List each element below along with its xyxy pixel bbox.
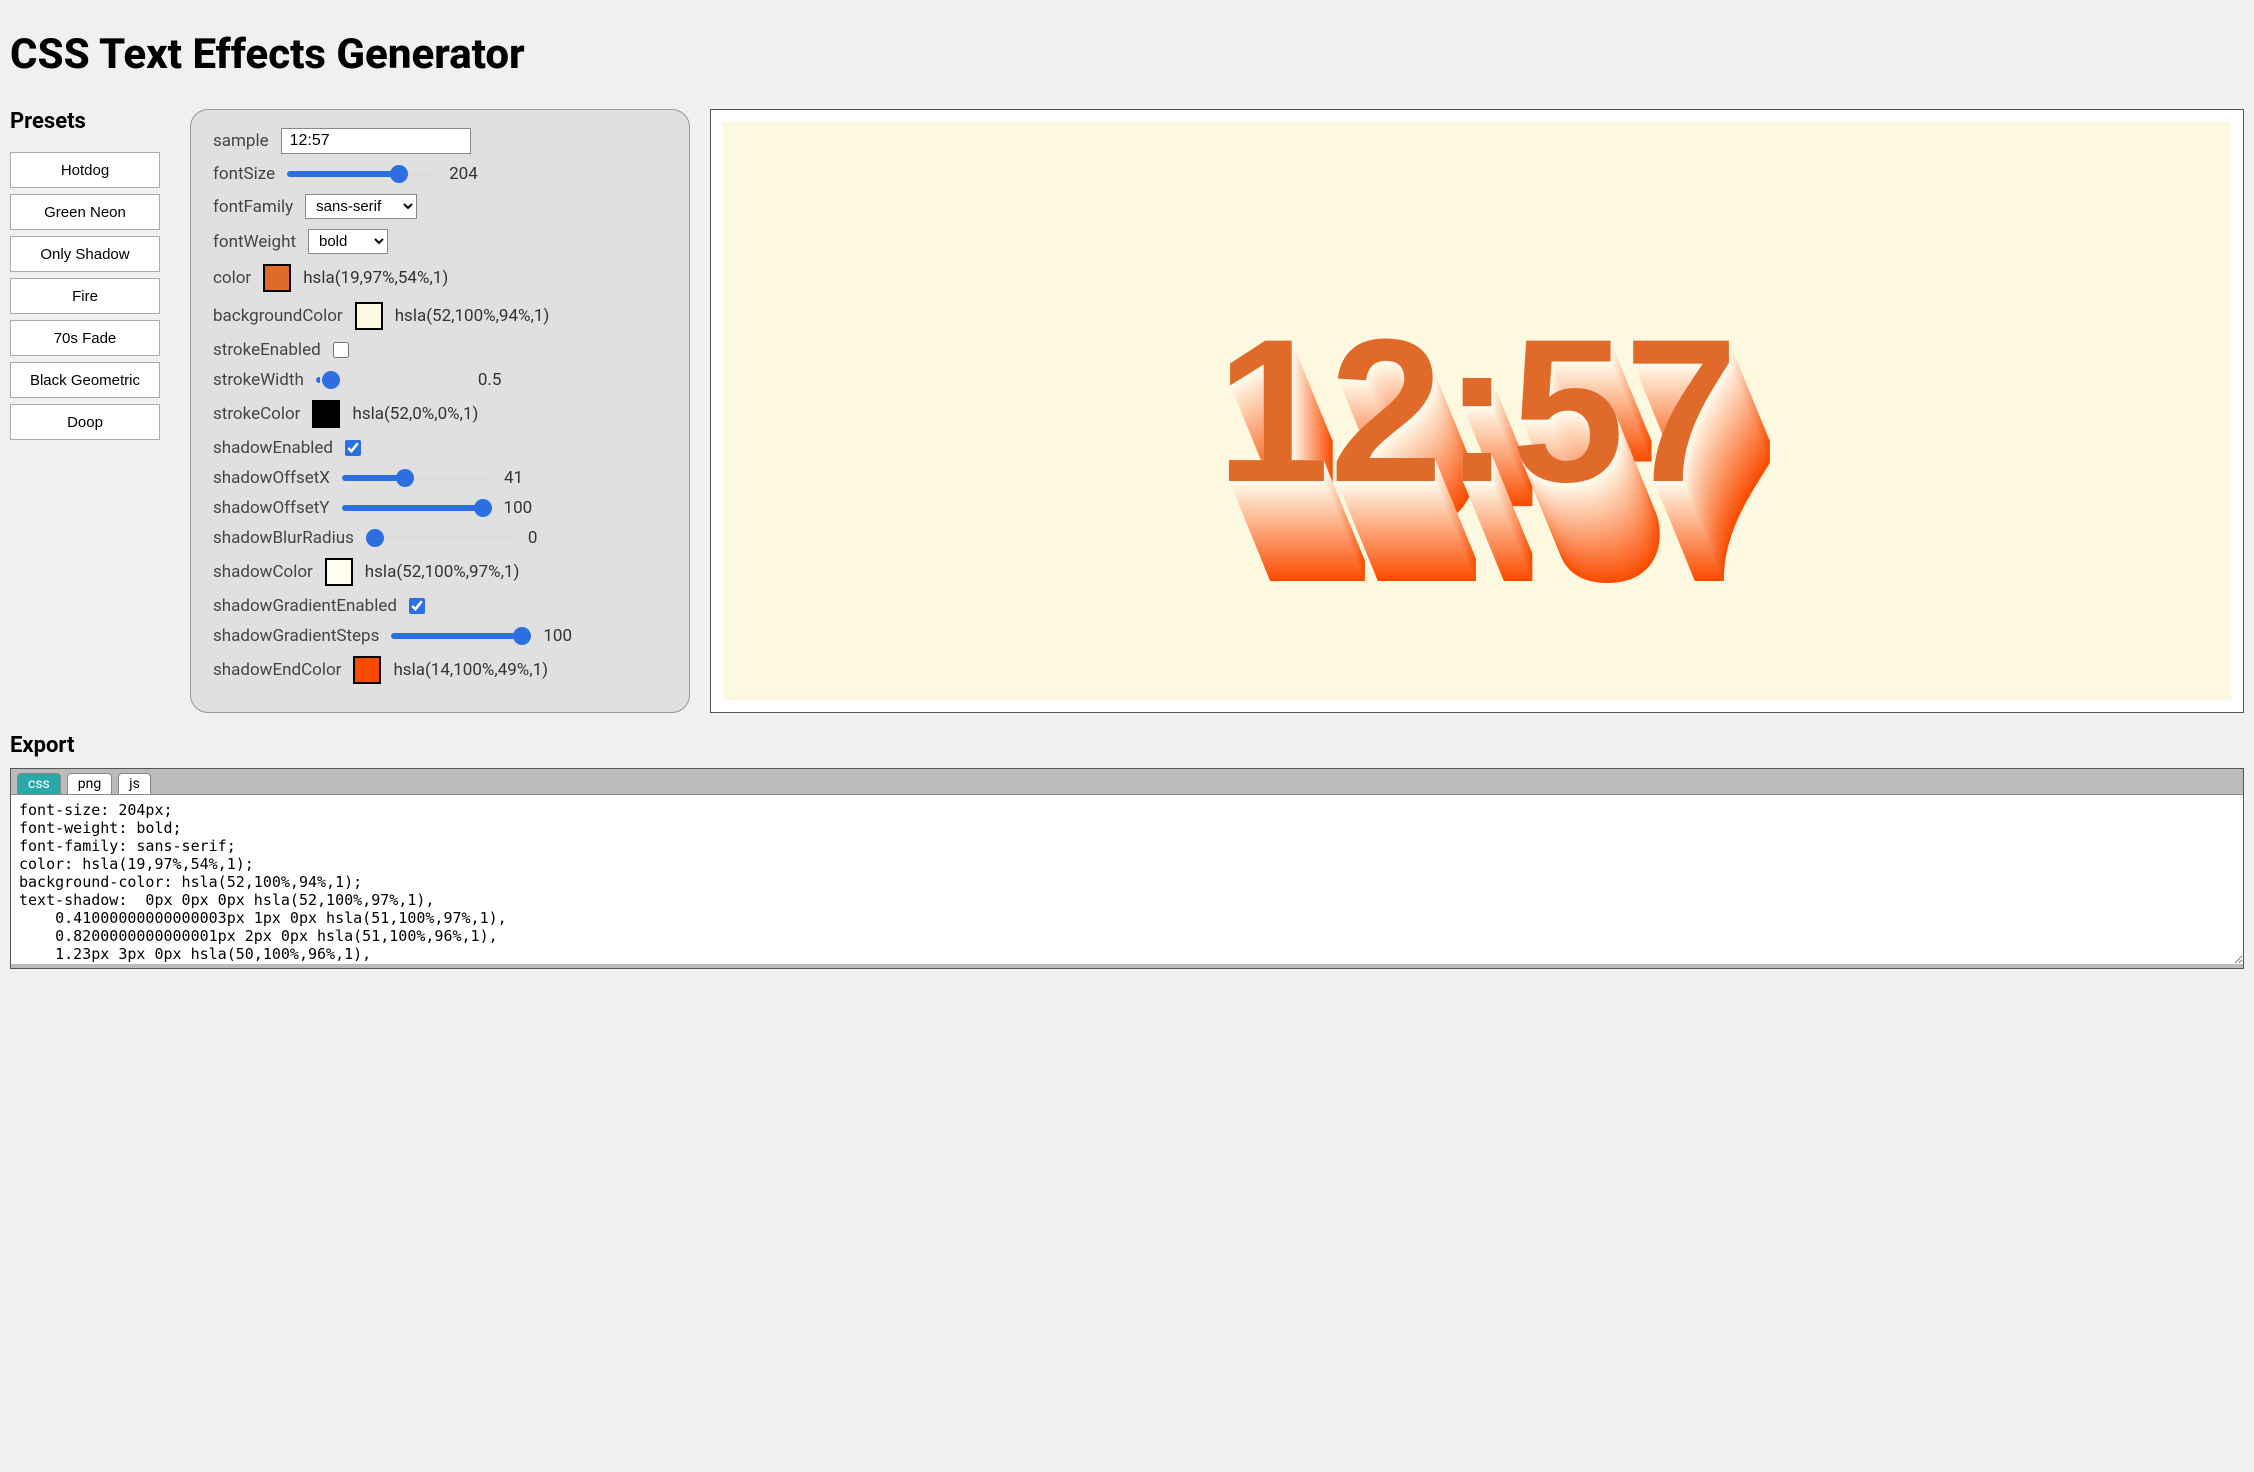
label-fontsize: fontSize	[213, 164, 275, 184]
row-shadow-blur: shadowBlurRadius 0	[213, 528, 667, 548]
page-title: CSS Text Effects Generator	[10, 30, 2244, 79]
fontfamily-select[interactable]: sans-serifserifmonospacecursive	[305, 194, 417, 219]
shadow-enabled-checkbox[interactable]	[345, 440, 361, 456]
color-value: hsla(19,97%,54%,1)	[303, 268, 448, 288]
color-swatch[interactable]	[263, 264, 291, 292]
label-color: color	[213, 268, 251, 288]
row-stroke-enabled: strokeEnabled	[213, 340, 667, 360]
stroke-width-slider[interactable]	[316, 377, 466, 383]
label-shadow-gradient-enabled: shadowGradientEnabled	[213, 596, 397, 616]
label-shadow-blur: shadowBlurRadius	[213, 528, 354, 548]
row-fontsize: fontSize 204	[213, 164, 667, 184]
shadow-gradient-steps-slider[interactable]	[391, 633, 531, 639]
label-fontweight: fontWeight	[213, 232, 296, 252]
export-section: Export css png js	[10, 733, 2244, 969]
row-shadow-gradient-enabled: shadowGradientEnabled	[213, 596, 667, 616]
preset-green-neon[interactable]: Green Neon	[10, 194, 160, 230]
row-stroke-color: strokeColor hsla(52,0%,0%,1)	[213, 400, 667, 428]
preview-text: 12:57	[1216, 294, 1738, 529]
row-stroke-width: strokeWidth 0.5	[213, 370, 667, 390]
label-sample: sample	[213, 131, 269, 151]
fontweight-select[interactable]: normalboldlighter	[308, 229, 388, 254]
presets-column: Presets Hotdog Green Neon Only Shadow Fi…	[10, 109, 170, 713]
label-shadow-gradient-steps: shadowGradientSteps	[213, 626, 379, 646]
row-shadow-y: shadowOffsetY 100	[213, 498, 667, 518]
stroke-enabled-checkbox[interactable]	[333, 342, 349, 358]
row-color: color hsla(19,97%,54%,1)	[213, 264, 667, 292]
row-shadow-x: shadowOffsetX 41	[213, 468, 667, 488]
shadow-end-color-value: hsla(14,100%,49%,1)	[393, 660, 548, 680]
sample-input[interactable]	[281, 128, 471, 154]
fontsize-slider[interactable]	[287, 171, 437, 177]
label-stroke-width: strokeWidth	[213, 370, 304, 390]
export-tabs: css png js	[11, 769, 2243, 794]
row-shadow-enabled: shadowEnabled	[213, 438, 667, 458]
export-code[interactable]	[11, 794, 2243, 964]
shadow-y-value: 100	[504, 498, 533, 518]
shadow-blur-value: 0	[528, 528, 538, 548]
preset-doop[interactable]: Doop	[10, 404, 160, 440]
preset-hotdog[interactable]: Hotdog	[10, 152, 160, 188]
shadow-x-value: 41	[504, 468, 523, 488]
export-box: css png js	[10, 768, 2244, 969]
label-bgcolor: backgroundColor	[213, 306, 343, 326]
shadow-gradient-enabled-checkbox[interactable]	[409, 598, 425, 614]
label-stroke-enabled: strokeEnabled	[213, 340, 321, 360]
stroke-color-swatch[interactable]	[312, 400, 340, 428]
row-fontweight: fontWeight normalboldlighter	[213, 229, 667, 254]
shadow-end-color-swatch[interactable]	[353, 656, 381, 684]
row-sample: sample	[213, 128, 667, 154]
label-shadow-end-color: shadowEndColor	[213, 660, 341, 680]
row-shadow-color: shadowColor hsla(52,100%,97%,1)	[213, 558, 667, 586]
bgcolor-swatch[interactable]	[355, 302, 383, 330]
label-shadow-color: shadowColor	[213, 562, 313, 582]
shadow-blur-slider[interactable]	[366, 535, 516, 541]
row-shadow-end-color: shadowEndColor hsla(14,100%,49%,1)	[213, 656, 667, 684]
fontsize-value: 204	[449, 164, 478, 184]
top-row: Presets Hotdog Green Neon Only Shadow Fi…	[10, 109, 2244, 713]
label-stroke-color: strokeColor	[213, 404, 300, 424]
tab-png[interactable]: png	[67, 773, 112, 794]
shadow-gradient-steps-value: 100	[543, 626, 572, 646]
shadow-y-slider[interactable]	[342, 505, 492, 511]
label-shadow-x: shadowOffsetX	[213, 468, 330, 488]
tab-css[interactable]: css	[17, 773, 61, 794]
export-heading: Export	[10, 733, 2244, 758]
controls-panel: sample fontSize 204 fontFamily sans-seri…	[190, 109, 690, 713]
preset-fire[interactable]: Fire	[10, 278, 160, 314]
stroke-width-value: 0.5	[478, 370, 502, 390]
preview-panel: 12:57	[710, 109, 2244, 713]
preset-70s-fade[interactable]: 70s Fade	[10, 320, 160, 356]
shadow-x-slider[interactable]	[342, 475, 492, 481]
preset-black-geometric[interactable]: Black Geometric	[10, 362, 160, 398]
row-fontfamily: fontFamily sans-serifserifmonospacecursi…	[213, 194, 667, 219]
row-bgcolor: backgroundColor hsla(52,100%,94%,1)	[213, 302, 667, 330]
bgcolor-value: hsla(52,100%,94%,1)	[395, 306, 550, 326]
preset-only-shadow[interactable]: Only Shadow	[10, 236, 160, 272]
preview-canvas: 12:57	[723, 122, 2231, 700]
label-shadow-y: shadowOffsetY	[213, 498, 330, 518]
tab-js[interactable]: js	[118, 773, 151, 794]
row-shadow-gradient-steps: shadowGradientSteps 100	[213, 626, 667, 646]
presets-heading: Presets	[10, 109, 170, 134]
shadow-color-swatch[interactable]	[325, 558, 353, 586]
label-shadow-enabled: shadowEnabled	[213, 438, 333, 458]
shadow-color-value: hsla(52,100%,97%,1)	[365, 562, 520, 582]
stroke-color-value: hsla(52,0%,0%,1)	[352, 404, 478, 424]
label-fontfamily: fontFamily	[213, 197, 293, 217]
